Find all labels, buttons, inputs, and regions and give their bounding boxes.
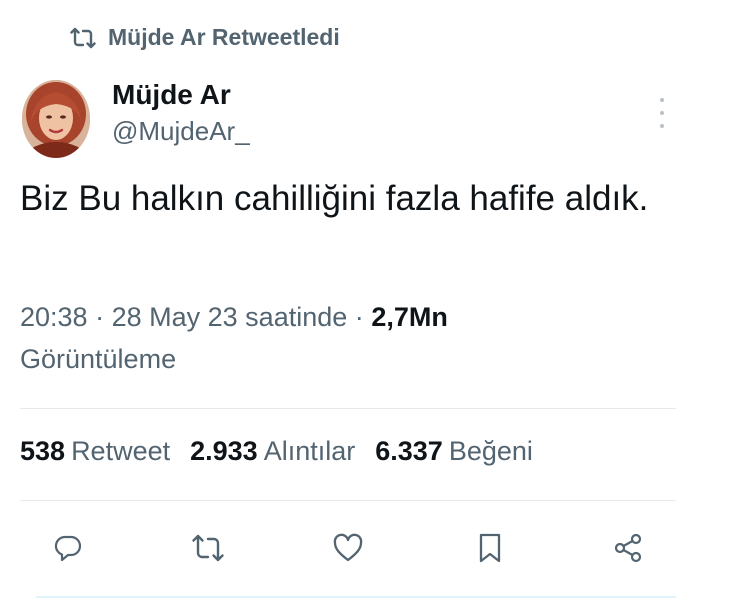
action-bar <box>0 532 745 568</box>
author-display-name[interactable]: Müjde Ar <box>112 78 250 112</box>
retweet-icon <box>191 533 225 568</box>
avatar[interactable] <box>22 80 90 158</box>
likes-label: Beğeni <box>448 436 533 466</box>
likes-count: 6.337 <box>375 436 443 466</box>
retweet-icon <box>70 27 96 49</box>
share-icon <box>613 533 643 568</box>
bottom-divider <box>36 596 676 598</box>
likes-stat[interactable]: 6.337 Beğeni <box>375 436 533 467</box>
views-count: 2,7Mn <box>371 302 448 332</box>
author-info[interactable]: Müjde Ar @MujdeAr_ <box>112 78 250 148</box>
tweet-meta: 20:38 · 28 May 23 saatinde · 2,7Mn Görün… <box>20 296 660 380</box>
author-handle[interactable]: @MujdeAr_ <box>112 114 250 148</box>
divider <box>20 408 676 409</box>
retweets-label: Retweet <box>71 436 171 466</box>
tweet-detail: Müjde Ar Retweetledi Müjde Ar @MujdeAr_ … <box>0 0 745 599</box>
heart-icon <box>332 533 364 568</box>
meta-separator: · <box>354 302 364 332</box>
retweets-count: 538 <box>20 436 66 466</box>
tweet-time[interactable]: 20:38 <box>20 302 88 332</box>
tweet-date[interactable]: 28 May 23 saatinde <box>112 302 348 332</box>
more-options-icon[interactable] <box>654 98 670 128</box>
bookmark-button[interactable] <box>472 532 508 568</box>
share-button[interactable] <box>610 532 646 568</box>
reply-icon <box>53 533 83 568</box>
quotes-stat[interactable]: 2.933 Alıntılar <box>190 436 355 467</box>
views-label: Görüntüleme <box>20 344 177 374</box>
divider <box>20 500 676 501</box>
retweet-context-label: Müjde Ar Retweetledi <box>108 24 340 50</box>
retweets-stat[interactable]: 538 Retweet <box>20 436 170 467</box>
reply-button[interactable] <box>50 532 86 568</box>
engagement-stats: 538 Retweet 2.933 Alıntılar 6.337 Beğeni <box>20 436 533 467</box>
meta-separator: · <box>95 302 105 332</box>
like-button[interactable] <box>330 532 366 568</box>
tweet-text: Biz Bu halkın cahilliğini fazla hafife a… <box>20 179 649 218</box>
quotes-label: Alıntılar <box>263 436 356 466</box>
retweet-button[interactable] <box>190 532 226 568</box>
retweet-context[interactable]: Müjde Ar Retweetledi <box>70 24 340 51</box>
bookmark-icon <box>477 532 503 569</box>
quotes-count: 2.933 <box>190 436 258 466</box>
